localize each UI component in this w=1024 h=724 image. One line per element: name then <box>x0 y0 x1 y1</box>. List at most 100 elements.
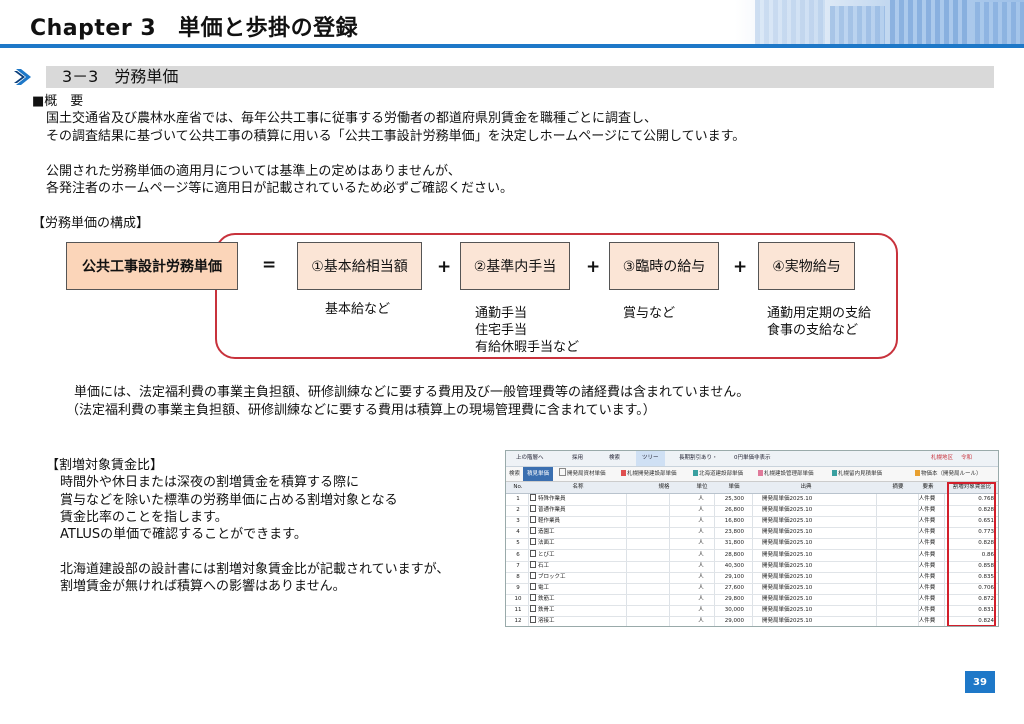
grid-cell-src: 開発局単価2025.10 <box>762 562 813 569</box>
toolbar-search[interactable]: 検索 <box>609 451 620 466</box>
toolbar-region: 札幌地区 <box>931 455 954 461</box>
grid-column-header[interactable]: 要素 <box>916 482 940 493</box>
grid-column-header[interactable]: 規格 <box>652 482 676 493</box>
grid-column-header[interactable]: 単価 <box>722 482 746 493</box>
note-allowance: 通勤手当 <box>475 306 528 321</box>
grid-cell-elem: 人件費 <box>918 507 936 514</box>
grid-cell-unit: 人 <box>698 607 704 613</box>
toolbar-up-level[interactable]: 上の階層へ <box>516 451 544 466</box>
grid-cell-price: 30,000 <box>724 607 744 613</box>
grid-cell-elem: 人件費 <box>918 584 936 591</box>
document-icon <box>530 593 536 601</box>
grid-cell-name: ブロック工 <box>530 571 625 583</box>
tab-icon <box>832 470 837 476</box>
document-icon <box>530 571 536 579</box>
grid-column-header[interactable]: 出典 <box>794 482 818 493</box>
tab-icon <box>915 470 920 476</box>
grid-cell-name: 鉄筋工 <box>530 593 625 605</box>
grid-cell-elem: 人件費 <box>918 540 936 547</box>
grid-cell-name: とび工 <box>530 549 625 561</box>
grid-cell-no: 4 <box>516 529 520 536</box>
composition-footnote: 単価には、法定福利費の事業主負担額、研修訓練などに要する費用及び一般管理費等の諸… <box>74 385 750 400</box>
grid-cell-unit: 人 <box>698 573 704 580</box>
component-box-basic: ①基本給相当額 <box>297 242 422 290</box>
grid-cell-src: 開発局単価2025.10 <box>762 518 813 525</box>
grid-cell-src: 開発局単価2025.10 <box>762 607 813 613</box>
plus-sign: + <box>437 257 452 277</box>
ratio-line: ATLUSの単価で確認することができます。 <box>60 527 307 542</box>
header-rule <box>0 44 1024 48</box>
composition-heading: 【労務単価の構成】 <box>32 216 150 231</box>
component-box-in-kind: ④実物給与 <box>758 242 855 290</box>
grid-cell-no: 6 <box>516 551 520 558</box>
grid-cell-no: 11 <box>514 607 522 613</box>
grid-cell-no: 3 <box>516 518 520 525</box>
document-icon <box>530 616 536 624</box>
grid-cell-src: 開発局単価2025.10 <box>762 540 813 547</box>
header-building-image <box>735 0 1024 46</box>
overview-line: 国土交通省及び農林水産省では、毎年公共工事に従事する労働者の都道府県別賃金を職種… <box>46 111 658 126</box>
chevron-right-icon <box>14 69 31 85</box>
document-icon <box>530 605 536 612</box>
ratio-line: 時間外や休日または深夜の割増賃金を積算する際に <box>60 475 360 490</box>
tab-icon <box>758 470 763 476</box>
grid-cell-elem: 人件費 <box>918 496 936 502</box>
grid-cell-unit: 人 <box>698 518 704 525</box>
page-number: 39 <box>965 671 995 693</box>
tab-sapporo-quote[interactable]: 札幌留内見積単価 <box>832 467 882 481</box>
grid-column-header[interactable]: No. <box>506 482 530 493</box>
atlus-unit-price-screenshot: 上の階層へ 採用 検索 ツリー 長期割引あり・ 0円単価非表示 札幌地区 令和 … <box>505 450 999 627</box>
grid-cell-no: 7 <box>516 562 520 569</box>
grid-cell-elem: 人件費 <box>918 518 936 525</box>
toolbar-tree[interactable]: ツリー <box>636 451 665 466</box>
note-in-kind: 食事の支給など <box>767 323 859 338</box>
grid-cell-price: 29,100 <box>724 573 744 580</box>
grid-cell-name: 溶接工 <box>530 616 625 626</box>
grid-cell-unit: 人 <box>698 562 704 569</box>
grid-cell-elem: 人件費 <box>918 607 936 613</box>
document-icon <box>530 538 536 546</box>
grid-cell-src: 開発局単価2025.10 <box>762 551 813 558</box>
ratio-heading: 【割増対象賃金比】 <box>46 458 164 473</box>
grid-cell-src: 開発局単価2025.10 <box>762 584 813 591</box>
grid-column-header[interactable]: 摘要 <box>886 482 910 493</box>
note-in-kind: 通勤用定期の支給 <box>767 306 872 321</box>
ratio-column-highlight <box>947 482 996 626</box>
tab-search[interactable]: 検索 <box>509 467 520 481</box>
composition-footnote: （法定福利費の事業主負担額、研修訓練などに要する費用は積算上の現場管理費に含まれ… <box>66 403 656 418</box>
grid-cell-unit: 人 <box>698 595 704 602</box>
grid-cell-name: 特殊作業員 <box>530 494 625 505</box>
toolbar-long-discount[interactable]: 長期割引あり・ <box>679 451 718 466</box>
grid-cell-unit: 人 <box>698 496 704 502</box>
tab-sapporo-dev[interactable]: 札幌開発建設部単価 <box>621 467 677 481</box>
tab-estimate[interactable]: 積見単価 <box>523 467 554 481</box>
grid-cell-price: 16,800 <box>724 518 744 525</box>
tab-material[interactable]: 開発局資材単価 <box>559 467 606 481</box>
overview-line: 各発注者のホームページ等に適用日が記載されているため必ずご確認ください。 <box>46 181 513 196</box>
grid-column-header[interactable]: 名称 <box>566 482 590 493</box>
grid-cell-src: 開発局単価2025.10 <box>762 496 813 502</box>
grid-cell-src: 開発局単価2025.10 <box>762 573 813 580</box>
note-allowance: 有給休暇手当など <box>475 340 580 355</box>
grid-cell-no: 5 <box>516 540 520 547</box>
grid-cell-price: 29,000 <box>724 618 744 625</box>
grid-cell-no: 1 <box>516 496 520 502</box>
grid-cell-price: 26,800 <box>724 507 744 514</box>
grid-cell-name: 造園工 <box>530 527 625 538</box>
grid-column-header[interactable]: 単位 <box>690 482 714 493</box>
tab-sapporo-mgmt[interactable]: 札幌建設管理部単価 <box>758 467 814 481</box>
toolbar-adopt[interactable]: 採用 <box>572 451 583 466</box>
grid-cell-price: 27,600 <box>724 584 744 591</box>
screenshot-tabs: 検索 積見単価 開発局資材単価 札幌開発建設部単価 北海道建設部単価 札幌建設管… <box>506 467 998 482</box>
grid-cell-unit: 人 <box>698 584 704 591</box>
ratio-line: 賞与などを除いた標準の労務単価に占める割増対象となる <box>60 493 398 508</box>
grid-cell-name: 軽作業員 <box>530 516 625 527</box>
grid-cell-src: 開発局単価2025.10 <box>762 529 813 536</box>
grid-cell-price: 29,800 <box>724 595 744 602</box>
tab-price-book[interactable]: 物価本（開発局ルール） <box>915 467 982 481</box>
toolbar-hide-zero[interactable]: 0円単価非表示 <box>734 451 771 466</box>
tab-hokkaido[interactable]: 北海道建設部単価 <box>693 467 743 481</box>
grid-cell-name: 石工 <box>530 560 625 572</box>
grid-row[interactable]: 12 溶接工人 29,000 開発局単価2025.10 人件費 0.824 <box>506 616 998 626</box>
grid-cell-unit: 人 <box>698 540 704 547</box>
